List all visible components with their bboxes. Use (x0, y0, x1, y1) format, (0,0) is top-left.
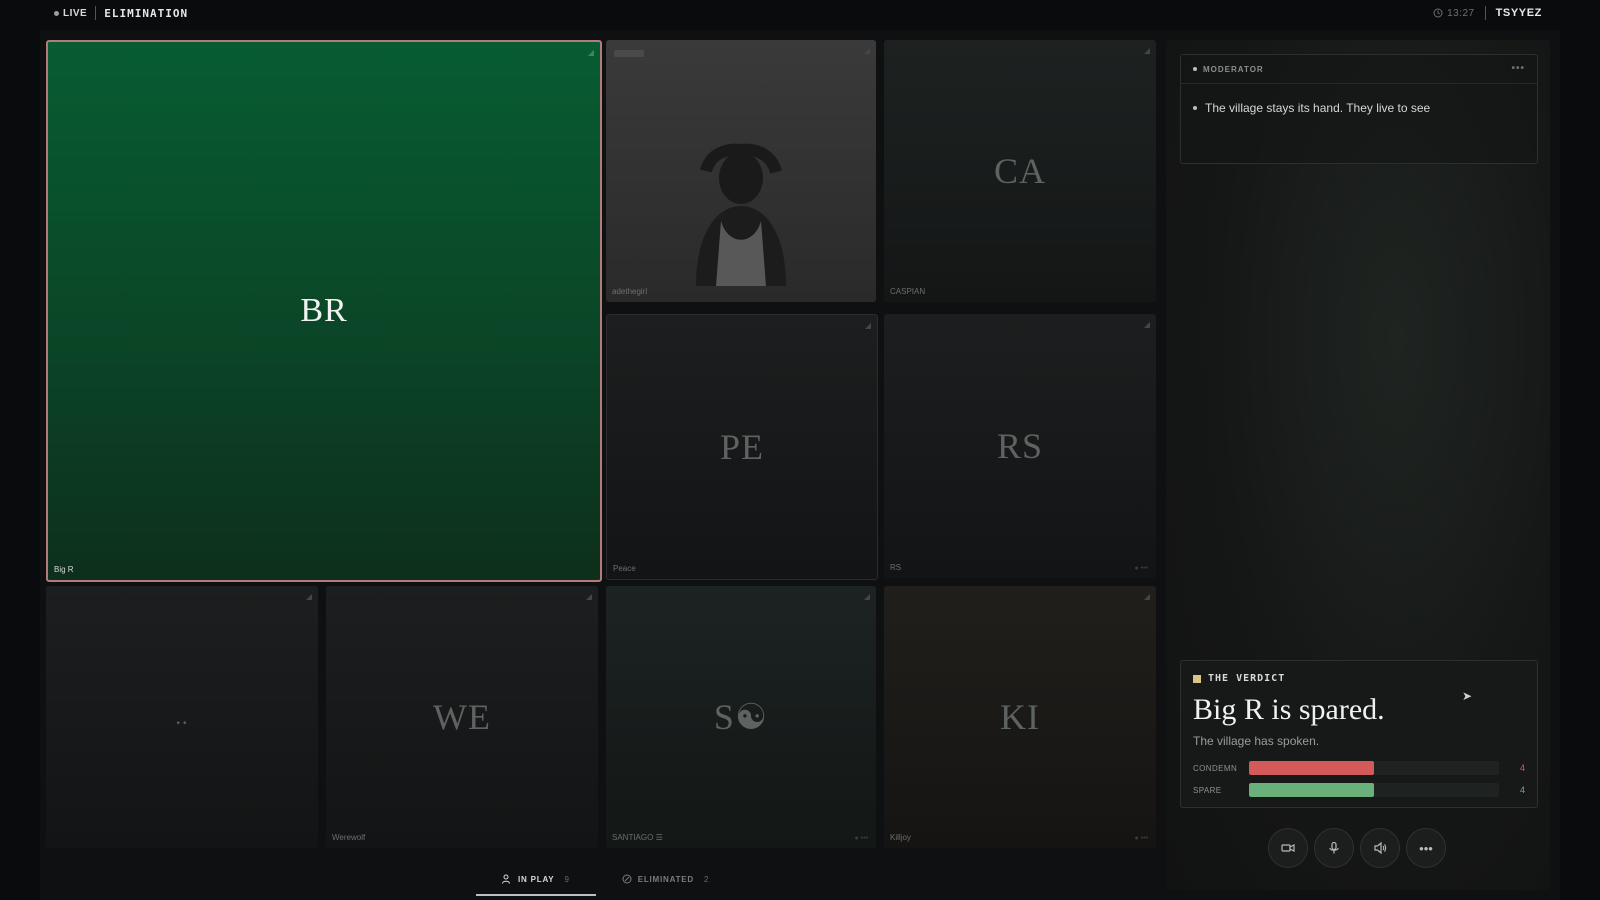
player-tabs: IN PLAY 9 ELIMINATED 2 (476, 864, 735, 896)
players-icon (502, 874, 510, 884)
verdict-card: THE VERDICT ➤ Big R is spared. The villa… (1180, 660, 1538, 808)
microphone-button[interactable] (1314, 828, 1354, 868)
camera-button[interactable] (1268, 828, 1308, 868)
speaker-icon (1374, 841, 1387, 855)
expand-icon[interactable]: ◢ (864, 592, 870, 601)
tab-in-play[interactable]: IN PLAY 9 (476, 864, 596, 896)
top-bar-right: 13:27 TSYYEZ (1433, 6, 1542, 20)
player-video-feed (696, 143, 786, 286)
player-tile-santiago[interactable]: ◢ S☯ SANTIAGO ☰ ● ••• (606, 586, 876, 848)
moderator-box: MODERATOR ••• The village stays its hand… (1180, 54, 1538, 164)
player-tile-killjoy[interactable]: ◢ KI Killjoy ● ••• (884, 586, 1156, 848)
expand-icon[interactable]: ◢ (864, 46, 870, 55)
expand-icon[interactable]: ◢ (865, 321, 871, 330)
player-name: Werewolf (332, 833, 366, 842)
live-dot-icon (54, 10, 59, 16)
expand-icon[interactable]: ◢ (1144, 592, 1150, 601)
username[interactable]: TSYYEZ (1496, 7, 1542, 19)
player-initials: RS (996, 426, 1044, 466)
side-panel: MODERATOR ••• The village stays its hand… (1166, 40, 1550, 890)
expand-icon[interactable]: ◢ (588, 48, 594, 57)
divider (95, 6, 97, 20)
tab-label: IN PLAY (518, 874, 555, 884)
player-initials: CA (993, 151, 1046, 191)
player-tile-werewolf[interactable]: ◢ WE Werewolf (326, 586, 598, 848)
microphone-icon (1329, 841, 1339, 854)
player-tile-empty[interactable]: ◢ .. (46, 586, 318, 848)
expand-icon[interactable]: ◢ (1144, 320, 1150, 329)
eliminated-icon (622, 874, 632, 884)
player-initials: PE (719, 427, 764, 467)
player-name: Killjoy (890, 833, 911, 842)
verdict-subtitle: The village has spoken. (1193, 734, 1320, 748)
muted-mic-icon: ● ••• (1134, 565, 1148, 572)
speaker-button[interactable] (1360, 828, 1400, 868)
vote-label: CONDEMN (1193, 763, 1238, 773)
player-name: RS (890, 563, 902, 572)
verdict-header: THE VERDICT (1193, 673, 1285, 684)
mouse-cursor-icon: ➤ (1462, 689, 1473, 703)
more-button[interactable]: ••• (1406, 828, 1446, 868)
player-name: SANTIAGO ☰ (612, 833, 663, 842)
player-name: adethegirl (612, 287, 648, 296)
player-tile-adethegirl[interactable]: ◢ adethegirl (606, 40, 876, 302)
muted-mic-icon: ● ••• (1134, 835, 1148, 842)
player-tile-caspian[interactable]: ◢ CA CASPIAN (884, 40, 1156, 302)
player-tile-big-r[interactable]: ◢ BR Big R (46, 40, 602, 582)
player-name: CASPIAN (890, 287, 926, 296)
moderator-dot-icon (1193, 67, 1197, 71)
phase-title: ELIMINATION (104, 6, 189, 20)
more-icon: ••• (1419, 840, 1433, 856)
moderator-message-text: The village stays its hand. They live to… (1205, 101, 1431, 115)
player-name: Big R (54, 565, 74, 574)
player-initials: KI (1000, 697, 1040, 737)
live-indicator: LIVE (54, 8, 87, 19)
vote-row-spare: SPARE 4 (1193, 783, 1525, 797)
vote-count: 4 (1519, 785, 1525, 795)
expand-icon[interactable]: ◢ (586, 592, 592, 601)
divider (1484, 6, 1486, 20)
vote-bar-fill (1249, 783, 1374, 797)
vote-count: 4 (1519, 763, 1525, 773)
vote-bar-track (1249, 783, 1499, 797)
vote-bar-fill (1249, 761, 1374, 775)
player-tile-peace[interactable]: ◢ PE Peace (606, 314, 878, 580)
top-bar: LIVE ELIMINATION 13:27 TSYYEZ (0, 0, 1600, 26)
verdict-square-icon (1193, 674, 1201, 683)
clock-icon (1433, 8, 1443, 18)
moderator-message: The village stays its hand. They live to… (1193, 101, 1430, 115)
video-camera-icon (1281, 844, 1295, 852)
verdict-title: Big R is spared. (1193, 693, 1385, 726)
call-controls: ••• (1268, 828, 1446, 868)
player-initials: WE (433, 697, 491, 737)
player-initials: BR (300, 292, 348, 329)
moderator-header: MODERATOR ••• (1181, 55, 1537, 84)
tab-count: 2 (703, 874, 710, 884)
timer-text: 13:27 (1447, 7, 1475, 19)
live-label: LIVE (63, 7, 88, 19)
top-bar-left: LIVE ELIMINATION (54, 6, 188, 20)
moderator-label: MODERATOR (1203, 64, 1264, 74)
player-initials: .. (175, 704, 189, 729)
vote-bar-track (1249, 761, 1499, 775)
player-name: Peace (613, 564, 636, 573)
vote-label: SPARE (1193, 785, 1222, 795)
player-tile-rs[interactable]: ◢ RS RS ● ••• (884, 314, 1156, 578)
vote-row-condemn: CONDEMN 4 (1193, 761, 1525, 775)
tab-label: ELIMINATED (637, 874, 694, 884)
muted-mic-icon: ● ••• (854, 835, 868, 842)
tab-count: 9 (564, 874, 570, 884)
expand-icon[interactable]: ◢ (306, 592, 312, 601)
tab-eliminated[interactable]: ELIMINATED 2 (596, 864, 736, 894)
expand-icon[interactable]: ◢ (1144, 46, 1150, 55)
verdict-label: THE VERDICT (1208, 673, 1286, 684)
bullet-icon (1193, 106, 1197, 110)
more-options-icon[interactable]: ••• (1511, 63, 1525, 74)
camera-tag (614, 50, 644, 57)
timer: 13:27 (1433, 8, 1475, 19)
player-initials: S☯ (713, 697, 769, 737)
